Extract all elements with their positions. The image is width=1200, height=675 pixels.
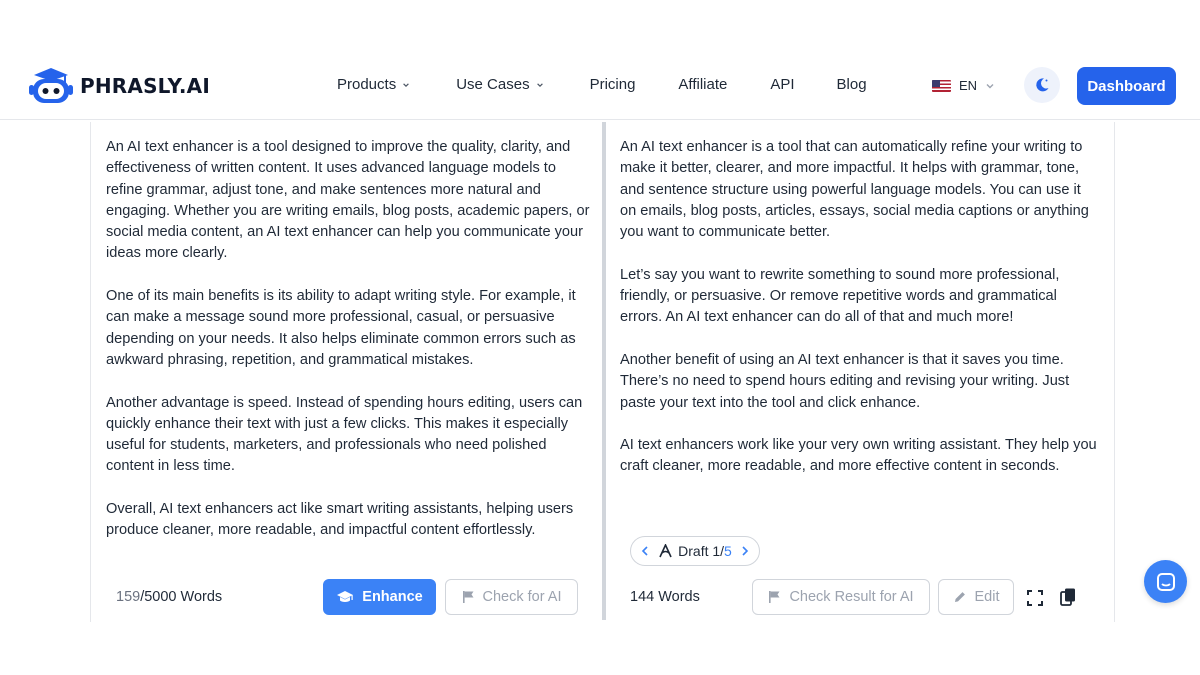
output-panel: An AI text enhancer is a tool that can a… (606, 122, 1115, 622)
chevron-down-icon (536, 82, 543, 87)
language-label: EN (959, 78, 978, 93)
nav-api-label: API (770, 76, 795, 93)
input-paragraph: One of its main benefits is its ability … (106, 288, 576, 368)
nav-products-label: Products (337, 76, 397, 93)
nav-api[interactable]: API (770, 76, 794, 93)
nav-products[interactable]: Products (337, 76, 410, 93)
chevron-down-icon (986, 83, 994, 88)
expand-icon (1027, 590, 1043, 606)
graduation-cap-icon (337, 591, 354, 602)
chat-support-button[interactable] (1144, 560, 1187, 603)
edit-button[interactable]: Edit (938, 579, 1014, 615)
check-result-for-ai-button[interactable]: Check Result for AI (752, 579, 930, 615)
input-paragraph: Another advantage is speed. Instead of s… (106, 394, 583, 475)
check-for-ai-label: Check for AI (482, 589, 562, 605)
nav-pricing[interactable]: Pricing (590, 76, 636, 93)
edit-label: Edit (974, 589, 1000, 605)
copy-button[interactable] (1056, 585, 1080, 609)
copy-icon (1060, 588, 1075, 606)
nav-use-cases-label: Use Cases (456, 76, 530, 93)
theme-toggle-button[interactable] (1024, 67, 1060, 103)
brand-name: PHRASLY.AI (80, 74, 210, 98)
output-paragraph: An AI text enhancer is a tool that can a… (620, 139, 1089, 241)
draft-navigator: Draft 1/5 (630, 536, 760, 566)
output-paragraph: Let’s say you want to rewrite something … (620, 266, 1060, 326)
output-text-area: An AI text enhancer is a tool that can a… (620, 137, 1098, 499)
flag-icon (769, 591, 780, 603)
word-count-used: 159 (116, 589, 141, 605)
input-paragraph: Overall, AI text enhancers act like smar… (106, 501, 574, 539)
chevron-down-icon (403, 82, 410, 87)
input-text-area[interactable]: An AI text enhancer is a tool designed t… (106, 137, 592, 563)
output-paragraph: AI text enhancers work like your very ow… (620, 437, 1097, 475)
output-word-count-label: 144 Words (630, 589, 700, 605)
output-paragraph: Another benefit of using an AI text enha… (620, 351, 1070, 411)
check-for-ai-button[interactable]: Check for AI (445, 579, 578, 615)
nav-affiliate-label: Affiliate (678, 76, 728, 93)
check-result-label: Check Result for AI (789, 589, 914, 605)
dashboard-button[interactable]: Dashboard (1077, 67, 1176, 105)
main-nav: Products Use Cases Pricing Affiliate API… (337, 76, 867, 93)
draft-icon (659, 544, 672, 558)
language-selector[interactable]: EN (932, 78, 995, 93)
draft-total: 5 (724, 543, 732, 559)
us-flag-icon (932, 79, 951, 92)
input-paragraph: An AI text enhancer is a tool designed t… (106, 139, 590, 262)
moon-icon (1036, 78, 1049, 92)
top-nav-bar: PHRASLY.AI Products Use Cases Pricing Af… (0, 52, 1200, 120)
chat-icon (1156, 572, 1175, 591)
enhance-button[interactable]: Enhance (323, 579, 436, 615)
draft-indicator: Draft 1/5 (658, 543, 732, 559)
chevron-left-icon[interactable] (641, 545, 649, 557)
nav-blog-label: Blog (836, 76, 867, 93)
output-word-count: 144 Words (630, 578, 700, 616)
fullscreen-button[interactable] (1023, 586, 1047, 610)
draft-label: Draft 1/ (678, 543, 725, 559)
flag-icon (462, 591, 473, 603)
enhance-button-label: Enhance (362, 589, 423, 605)
nav-use-cases[interactable]: Use Cases (456, 76, 543, 93)
chevron-right-icon[interactable] (741, 545, 749, 557)
pencil-icon (954, 592, 965, 602)
brand-logo[interactable]: PHRASLY.AI (28, 66, 210, 106)
input-word-count: 159/5000 Words (116, 578, 222, 616)
nav-pricing-label: Pricing (589, 76, 636, 93)
word-count-limit: /5000 Words (140, 589, 223, 605)
input-panel: An AI text enhancer is a tool designed t… (90, 122, 602, 622)
nav-affiliate[interactable]: Affiliate (678, 76, 727, 93)
robot-logo-icon (29, 68, 73, 103)
nav-blog[interactable]: Blog (837, 76, 867, 93)
